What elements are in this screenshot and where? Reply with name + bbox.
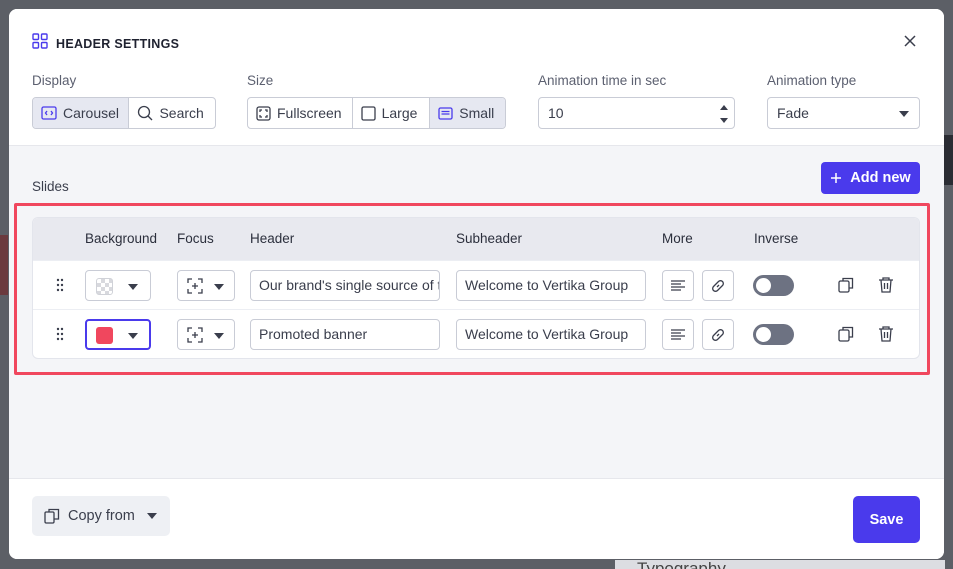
animation-time-label: Animation time in sec xyxy=(538,73,667,88)
plus-icon xyxy=(831,173,842,183)
modal-title-row: HEADER SETTINGS xyxy=(32,33,179,54)
background-color-select[interactable] xyxy=(85,270,151,301)
link-button[interactable] xyxy=(702,270,734,301)
chevron-down-icon[interactable] xyxy=(719,115,729,125)
square-icon xyxy=(360,105,376,121)
text-options-button[interactable] xyxy=(662,319,694,350)
subheader-input[interactable]: Welcome to Vertika Group xyxy=(456,319,646,350)
column-header-background: Background xyxy=(85,231,158,246)
link-icon xyxy=(712,329,724,341)
display-segmented-control: Carousel Search xyxy=(32,97,216,129)
focus-point-icon xyxy=(187,327,203,343)
grid-icon xyxy=(32,33,48,54)
inverse-toggle[interactable] xyxy=(753,324,794,345)
close-button[interactable] xyxy=(902,33,918,49)
caret-down-icon xyxy=(214,333,224,339)
table-row: Promoted banner Welcome to Vertika Group xyxy=(33,309,919,357)
text-options-button[interactable] xyxy=(662,270,694,301)
trash-icon[interactable] xyxy=(877,325,895,343)
column-header-header: Header xyxy=(250,231,295,246)
header-input[interactable]: Our brand's single source of truth xyxy=(250,270,440,301)
animation-time-stepper xyxy=(538,97,735,129)
background-swatch xyxy=(96,278,113,295)
table-header: Background Focus Header Subheader More I… xyxy=(33,218,919,260)
animation-type-value: Fade xyxy=(777,105,809,121)
table-row: Our brand's single source of truth Welco… xyxy=(33,260,919,308)
focus-point-icon xyxy=(187,278,203,294)
carousel-icon xyxy=(41,106,57,120)
background-strip xyxy=(0,235,8,295)
copy-icon xyxy=(44,508,60,524)
stepper-arrows xyxy=(714,98,734,128)
column-header-inverse: Inverse xyxy=(754,231,799,246)
save-button[interactable]: Save xyxy=(853,496,920,543)
header-input[interactable]: Promoted banner xyxy=(250,319,440,350)
caret-down-icon xyxy=(146,513,157,519)
search-icon xyxy=(138,105,153,121)
focus-select[interactable] xyxy=(177,319,235,350)
link-button[interactable] xyxy=(702,319,734,350)
caret-down-icon xyxy=(128,284,138,290)
trash-icon[interactable] xyxy=(877,276,895,294)
size-option-label: Fullscreen xyxy=(277,105,342,121)
close-icon xyxy=(904,35,916,47)
column-header-focus: Focus xyxy=(177,231,214,246)
size-label: Size xyxy=(247,73,274,88)
chevron-up-icon[interactable] xyxy=(719,103,729,113)
slides-label: Slides xyxy=(32,179,69,194)
add-new-label: Add new xyxy=(850,170,911,186)
modal-header: HEADER SETTINGS Display Carousel Search … xyxy=(9,9,944,146)
animation-type-select[interactable]: Fade xyxy=(767,97,920,129)
column-header-subheader: Subheader xyxy=(456,231,523,246)
caret-down-icon xyxy=(128,333,138,339)
background-typography-text: Typography xyxy=(615,560,945,569)
fullscreen-icon xyxy=(256,105,271,121)
size-option-label: Large xyxy=(381,105,418,121)
header-settings-modal: HEADER SETTINGS Display Carousel Search … xyxy=(9,9,944,559)
size-small-button[interactable]: Small xyxy=(430,98,505,128)
toggle-knob xyxy=(756,327,771,342)
display-label: Display xyxy=(32,73,77,88)
modal-body: Slides Add new Background Focus Header S… xyxy=(9,146,944,478)
modal-title: HEADER SETTINGS xyxy=(56,36,180,51)
duplicate-icon[interactable] xyxy=(837,276,855,294)
modal-footer: Copy from Save xyxy=(9,478,944,559)
background-letter xyxy=(944,135,953,185)
duplicate-icon[interactable] xyxy=(837,325,855,343)
background-swatch xyxy=(96,327,113,344)
display-option-label: Search xyxy=(159,105,204,121)
size-fullscreen-button[interactable]: Fullscreen xyxy=(248,98,353,128)
display-option-label: Carousel xyxy=(63,105,120,121)
size-option-label: Small xyxy=(459,105,495,121)
copy-from-button[interactable]: Copy from xyxy=(32,496,170,536)
align-left-icon xyxy=(671,329,685,340)
display-search-button[interactable]: Search xyxy=(129,98,215,128)
drag-handle-icon[interactable] xyxy=(55,278,65,292)
focus-select[interactable] xyxy=(177,270,235,301)
align-left-icon xyxy=(671,280,685,291)
animation-type-label: Animation type xyxy=(767,73,857,88)
inverse-toggle[interactable] xyxy=(753,275,794,296)
copy-from-label: Copy from xyxy=(68,508,135,524)
background-color-select[interactable] xyxy=(85,319,151,350)
caret-down-icon xyxy=(214,284,224,290)
size-large-button[interactable]: Large xyxy=(353,98,431,128)
subheader-input[interactable]: Welcome to Vertika Group xyxy=(456,270,646,301)
drag-handle-icon[interactable] xyxy=(55,327,65,341)
column-header-more: More xyxy=(662,231,693,246)
animation-time-input[interactable] xyxy=(548,105,708,121)
toggle-knob xyxy=(756,278,771,293)
caret-down-icon xyxy=(899,111,909,117)
add-new-button[interactable]: Add new xyxy=(821,162,920,194)
small-size-icon xyxy=(438,106,453,120)
display-carousel-button[interactable]: Carousel xyxy=(33,98,130,128)
link-icon xyxy=(712,280,724,292)
slides-table: Background Focus Header Subheader More I… xyxy=(32,217,920,359)
size-segmented-control: Fullscreen Large Small xyxy=(247,97,506,129)
